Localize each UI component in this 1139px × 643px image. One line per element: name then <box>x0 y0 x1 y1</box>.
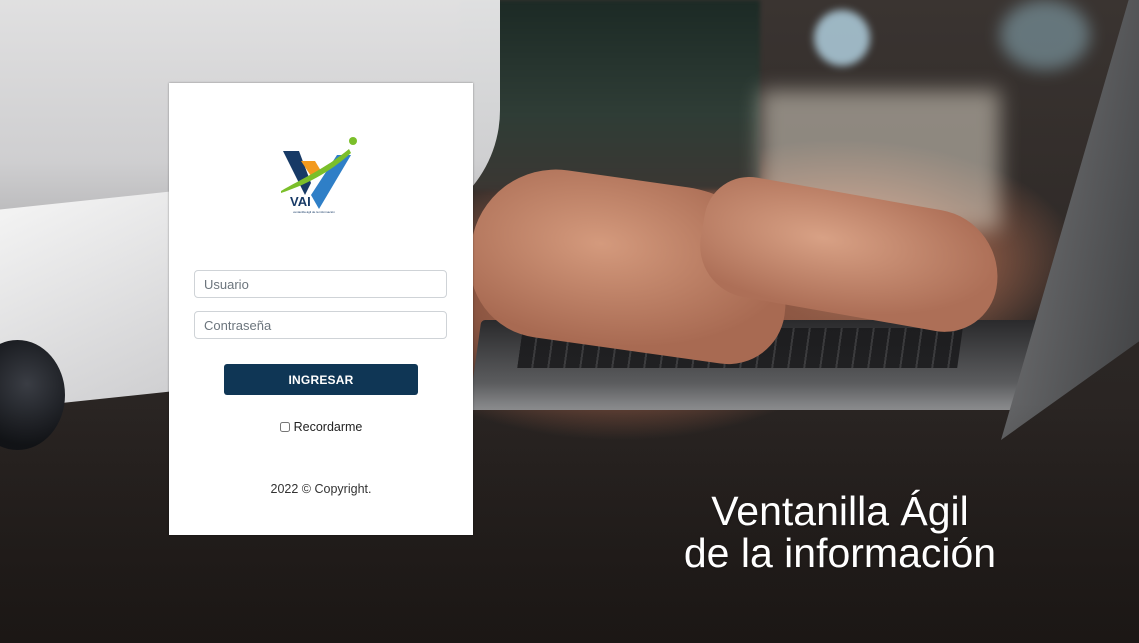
logo-text: VAI <box>290 194 311 209</box>
copyright-text: 2022 © Copyright. <box>270 482 372 496</box>
login-card: VAI ventanilla ágil de la información IN… <box>169 83 473 535</box>
password-input[interactable] <box>194 311 447 339</box>
remember-checkbox[interactable] <box>279 422 290 432</box>
hero-title: Ventanilla Ágil de la información <box>640 490 1040 574</box>
logo-tagline: ventanilla ágil de la información <box>293 210 335 214</box>
hero-line-2: de la información <box>683 530 997 576</box>
remember-label: Recordarme <box>293 420 363 434</box>
login-button[interactable]: INGRESAR <box>224 364 418 395</box>
remember-me[interactable]: Recordarme <box>169 420 473 434</box>
hero-line-1: Ventanilla Ágil <box>711 488 969 534</box>
username-input[interactable] <box>194 270 447 298</box>
